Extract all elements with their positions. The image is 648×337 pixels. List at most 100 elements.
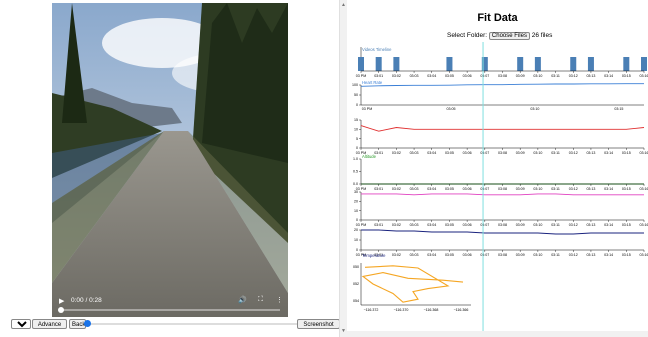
altitude-y-tick-label: 1.0 bbox=[353, 157, 358, 161]
altitude-tick-label: 03:11 bbox=[551, 187, 560, 191]
speed-tick-label: 03:05 bbox=[445, 151, 454, 155]
heart-rate-line bbox=[360, 83, 644, 87]
heart-rate-tick-label: 03 PM bbox=[362, 107, 372, 111]
vertical-scrollbar[interactable]: ▲ ▼ bbox=[339, 0, 347, 337]
fullscreen-icon[interactable]: ⛶ bbox=[258, 296, 263, 304]
power-tick-label: 03:11 bbox=[551, 253, 560, 257]
volume-icon[interactable]: 🔊 bbox=[238, 296, 247, 304]
speed-tick-label: 03:09 bbox=[516, 151, 525, 155]
videos-tick-label: 03:08 bbox=[498, 74, 507, 78]
cadence-tick-label: 03 PM bbox=[356, 223, 366, 227]
cadence-tick-label: 03:10 bbox=[533, 223, 542, 227]
altitude-tick-label: 03:12 bbox=[569, 187, 578, 191]
horizontal-scrollbar[interactable] bbox=[347, 331, 648, 337]
altitude-tick-label: 03:07 bbox=[480, 187, 489, 191]
scroll-up-icon[interactable]: ▲ bbox=[341, 2, 346, 8]
choose-files-button[interactable]: Choose Files bbox=[488, 32, 530, 40]
playback-rate-select[interactable]: 1.0x bbox=[11, 319, 31, 329]
altitude-y-tick-label: 0.5 bbox=[353, 170, 358, 174]
cadence-tick-label: 03:04 bbox=[427, 223, 436, 227]
video-progress-bar[interactable] bbox=[58, 307, 280, 313]
video-progress-knob[interactable] bbox=[58, 307, 64, 313]
power-tick-label: 03:03 bbox=[410, 253, 419, 257]
videos-tick-label: 03:10 bbox=[533, 74, 542, 78]
heart-rate-tick-label: 03:10 bbox=[530, 107, 539, 111]
speed-line bbox=[360, 125, 645, 132]
heart-rate-y-tick-label: 100 bbox=[352, 83, 358, 87]
video-bar bbox=[517, 57, 524, 71]
scroll-down-icon[interactable]: ▼ bbox=[341, 328, 346, 334]
video-time: 0:00 / 0:28 bbox=[71, 297, 102, 304]
cadence-tick-label: 03:08 bbox=[498, 223, 507, 227]
power-tick-label: 03:09 bbox=[516, 253, 525, 257]
speed-tick-label: 03:14 bbox=[604, 151, 613, 155]
video-bar bbox=[534, 57, 541, 71]
speed-tick-label: 03:08 bbox=[498, 151, 507, 155]
altitude-tick-label: 03:05 bbox=[445, 187, 454, 191]
video-bar bbox=[570, 57, 577, 71]
speed-tick-label: 03:13 bbox=[586, 151, 595, 155]
video-player[interactable]: ▶ 0:00 / 0:28 🔊 ⛶ ⋮ bbox=[52, 3, 288, 317]
gps-y-tick-label: 054 bbox=[353, 299, 359, 303]
videos-tick-label: 03:09 bbox=[516, 74, 525, 78]
videos-tick-label: 03:04 bbox=[427, 74, 436, 78]
select-folder-label: Select Folder: bbox=[447, 32, 488, 39]
screenshot-button[interactable]: Screenshot bbox=[297, 319, 340, 329]
speed-tick-label: 03:12 bbox=[569, 151, 578, 155]
videos-tick-label: 03:05 bbox=[445, 74, 454, 78]
video-bar bbox=[446, 57, 453, 71]
video-frame bbox=[52, 3, 288, 317]
power-tick-label: 03:16 bbox=[640, 253, 648, 257]
gps-x-tick-label: −116.368 bbox=[424, 308, 439, 312]
videos-tick-label: 03:11 bbox=[551, 74, 560, 78]
cadence-tick-label: 03:14 bbox=[604, 223, 613, 227]
cadence-tick-label: 03:07 bbox=[480, 223, 489, 227]
timeline-slider-knob[interactable] bbox=[84, 320, 91, 327]
altitude-y-tick-label: 0.0 bbox=[353, 182, 358, 186]
videos-tick-label: 03:03 bbox=[410, 74, 419, 78]
video-bar bbox=[375, 57, 382, 71]
altitude-tick-label: 03:13 bbox=[586, 187, 595, 191]
page-title: Fit Data bbox=[477, 12, 518, 24]
altitude-tick-label: 03:16 bbox=[640, 187, 648, 191]
cadence-tick-label: 03:05 bbox=[445, 223, 454, 227]
power-tick-label: 03:08 bbox=[498, 253, 507, 257]
speed-y-tick-label: 10 bbox=[354, 128, 358, 132]
speed-tick-label: 03:03 bbox=[410, 151, 419, 155]
play-icon[interactable]: ▶ bbox=[59, 297, 64, 305]
power-y-tick-label: 0 bbox=[356, 248, 358, 252]
more-options-icon[interactable]: ⋮ bbox=[276, 296, 283, 304]
speed-tick-label: 03:11 bbox=[551, 151, 560, 155]
gps-x-tick-label: −116.372 bbox=[364, 308, 379, 312]
cadence-y-tick-label: 10 bbox=[354, 209, 358, 213]
cadence-y-tick-label: 0 bbox=[356, 218, 358, 222]
cadence-tick-label: 03:06 bbox=[463, 223, 472, 227]
altitude-tick-label: 03:14 bbox=[604, 187, 613, 191]
power-tick-label: 03:06 bbox=[463, 253, 472, 257]
folder-picker: Select Folder: Choose Files 26 files bbox=[447, 32, 552, 40]
cadence-tick-label: 03:13 bbox=[586, 223, 595, 227]
heart-rate-y-tick-label: 50 bbox=[354, 93, 358, 97]
videos-tick-label: 03:01 bbox=[374, 74, 383, 78]
advance-button[interactable]: Advance bbox=[32, 319, 67, 329]
altitude-tick-label: 03:08 bbox=[498, 187, 507, 191]
power-tick-label: 03:02 bbox=[392, 253, 401, 257]
power-tick-label: 03:13 bbox=[586, 253, 595, 257]
power-tick-label: 03:10 bbox=[533, 253, 542, 257]
speed-tick-label: 03:06 bbox=[463, 151, 472, 155]
power-tick-label: 03:05 bbox=[445, 253, 454, 257]
videos-tick-label: 03:14 bbox=[604, 74, 613, 78]
altitude-tick-label: 03:03 bbox=[410, 187, 419, 191]
gps-x-tick-label: −116.366 bbox=[454, 308, 469, 312]
timeline-slider[interactable] bbox=[84, 320, 305, 327]
speed-y-tick-label: 15 bbox=[354, 118, 358, 122]
video-bar bbox=[393, 57, 400, 71]
cadence-tick-label: 03:11 bbox=[551, 223, 560, 227]
power-tick-label: 03:14 bbox=[604, 253, 613, 257]
videos-tick-label: 03:12 bbox=[569, 74, 578, 78]
videos-tick-label: 03:16 bbox=[640, 74, 648, 78]
power-y-tick-label: 20 bbox=[354, 228, 358, 232]
cadence-tick-label: 03:16 bbox=[640, 223, 648, 227]
video-bar bbox=[623, 57, 630, 71]
temperature-title: Temperature bbox=[362, 253, 386, 258]
